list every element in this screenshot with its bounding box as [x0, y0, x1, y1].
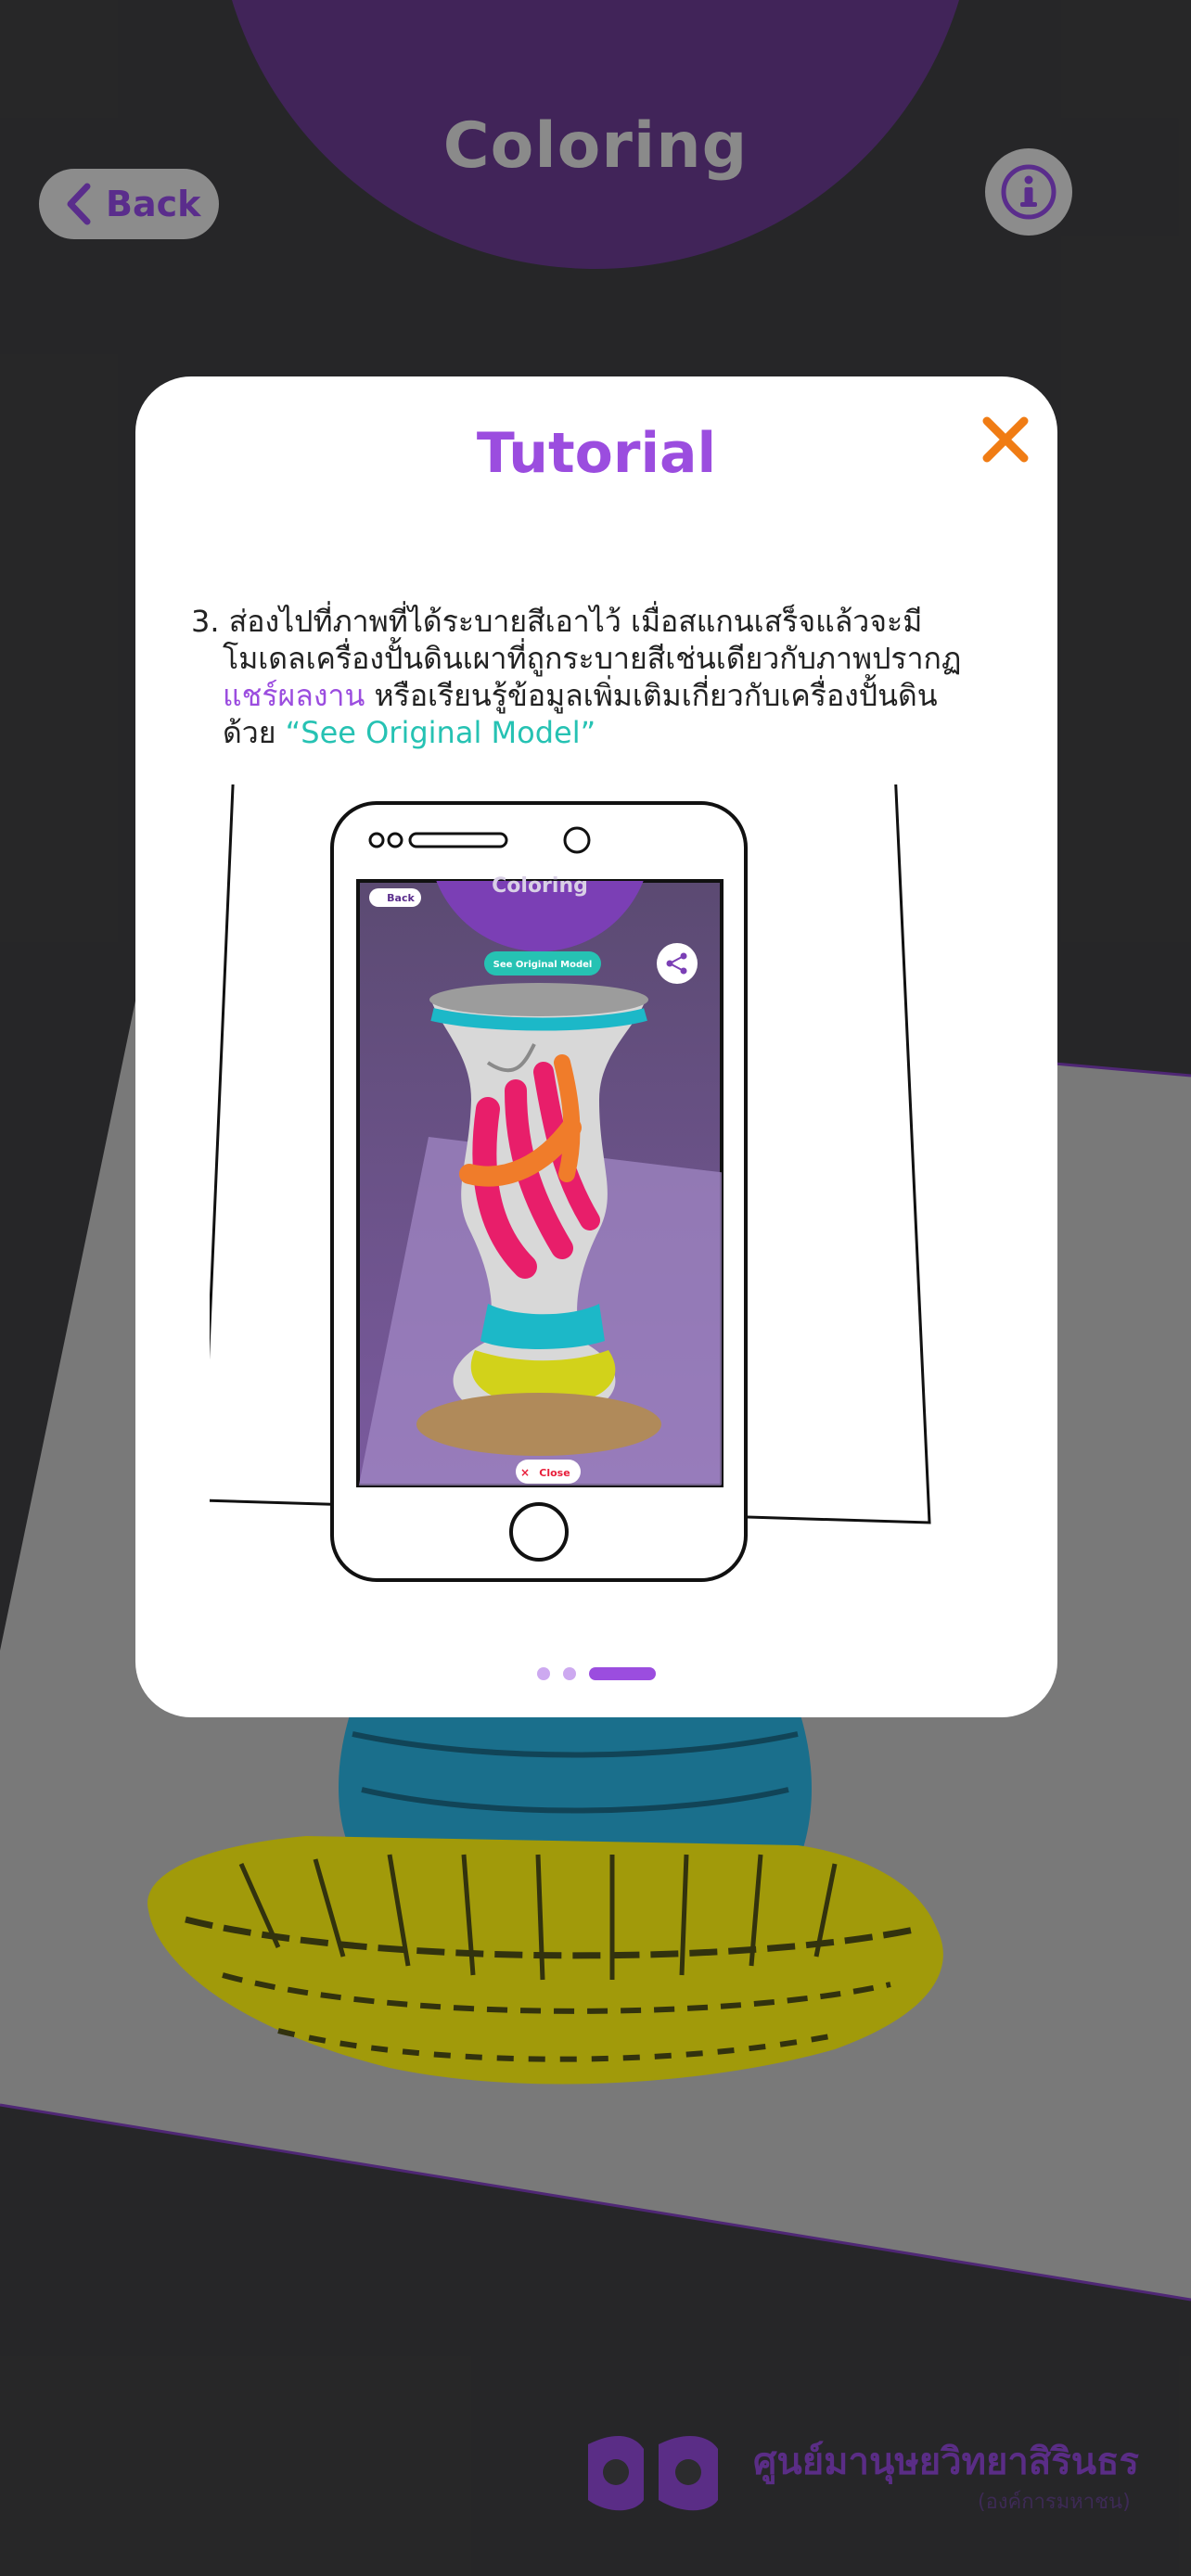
- share-icon: [657, 943, 698, 984]
- page-dot-1[interactable]: [537, 1667, 550, 1680]
- tutorial-illustration: Back Coloring See Original Model Close ×: [210, 784, 931, 1582]
- see-original-model-highlight: “See Original Model”: [285, 715, 596, 750]
- page-dot-3-active[interactable]: [589, 1667, 656, 1680]
- logo-subtitle: (องค์การมหาชน): [978, 2491, 1131, 2514]
- logo-name: ศูนย์มานุษยวิทยาสิรินธร: [753, 2441, 1140, 2483]
- modal-title: Tutorial: [476, 421, 717, 486]
- instruction-line-4-prefix: ด้วย: [223, 715, 286, 750]
- info-icon: [1001, 164, 1057, 220]
- tutorial-modal: Tutorial 3. ส่องไปที่ภาพที่ได้ระบายสีเอา…: [135, 376, 1057, 1717]
- back-button[interactable]: Back: [39, 169, 219, 239]
- instruction-line-1: 3. ส่องไปที่ภาพที่ได้ระบายสีเอาไว้ เมื่อ…: [191, 604, 923, 639]
- share-highlight: แชร์ผลงาน: [223, 678, 365, 713]
- phone-see-original-label: See Original Model: [493, 960, 593, 970]
- phone-title: Coloring: [492, 874, 588, 898]
- instruction-line-3: แชร์ผลงาน หรือเรียนรู้ข้อมูลเพิ่มเติมเกี…: [191, 677, 1026, 714]
- phone-back-label: Back: [387, 892, 415, 904]
- back-button-label: Back: [106, 184, 201, 224]
- tutorial-instruction: 3. ส่องไปที่ภาพที่ได้ระบายสีเอาไว้ เมื่อ…: [191, 603, 1026, 751]
- close-icon[interactable]: [974, 408, 1037, 471]
- svg-text:×: ×: [520, 1466, 530, 1479]
- page-indicator: [135, 1667, 1057, 1680]
- page-dot-2[interactable]: [563, 1667, 576, 1680]
- instruction-line-3-rest: หรือเรียนรู้ข้อมูลเพิ่มเติมเกี่ยวกับเครื…: [365, 678, 938, 713]
- chevron-left-icon: [67, 183, 91, 225]
- logo-mark: [588, 2435, 718, 2511]
- instruction-line-4: ด้วย “See Original Model”: [191, 714, 1026, 751]
- instruction-line-2: โมเดลเครื่องปั้นดินเผาที่ถูกระบายสีเช่นเ…: [223, 641, 962, 676]
- info-button[interactable]: [985, 148, 1072, 236]
- phone-close-label: Close: [539, 1467, 570, 1479]
